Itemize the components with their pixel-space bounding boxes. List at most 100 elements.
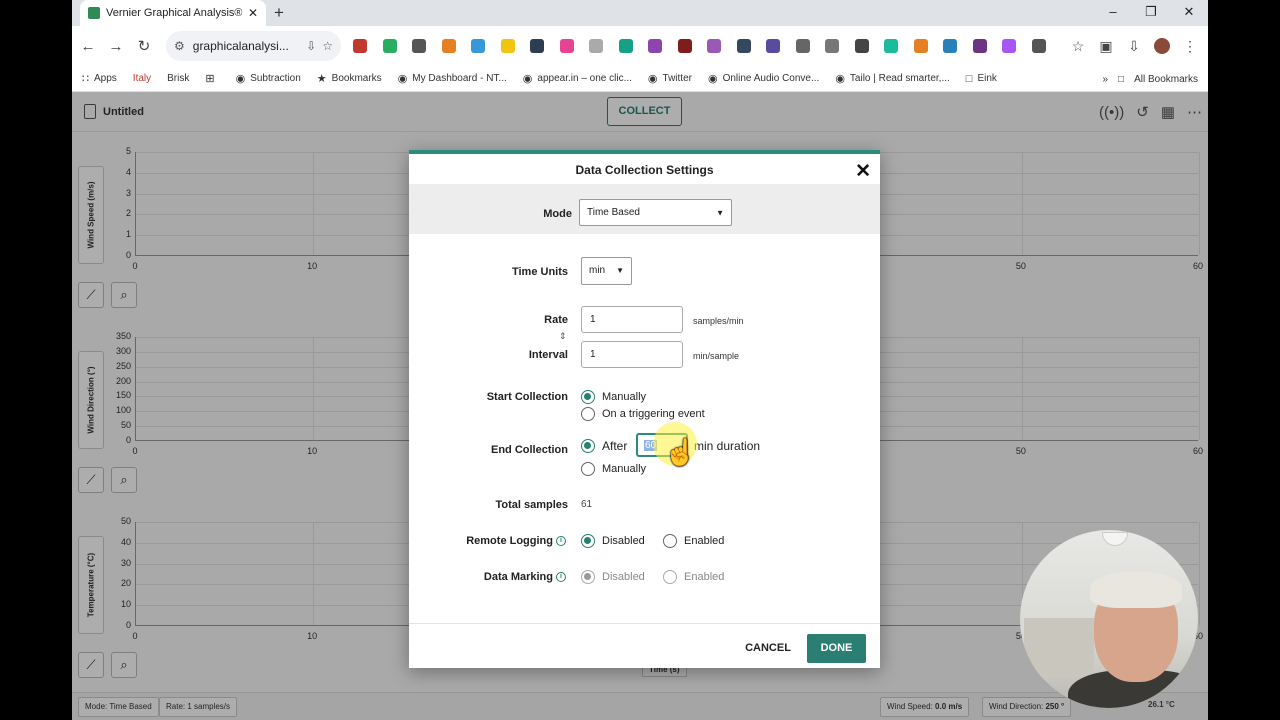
start-trigger-radio[interactable] — [581, 407, 595, 421]
bookmark-label: Apps — [94, 73, 117, 84]
address-bar[interactable]: ⚙ graphicalanalysi... ⇩ ☆ — [166, 31, 341, 61]
maximize-icon[interactable]: ❐ — [1132, 0, 1170, 26]
bookmark-icon: ◉ — [397, 73, 408, 85]
bookmark-item[interactable]: Brisk — [167, 73, 189, 84]
extension-icon[interactable] — [1031, 39, 1046, 53]
extension-icon[interactable] — [795, 39, 810, 53]
start-trigger-label: On a triggering event — [602, 408, 705, 420]
dialog-close-icon[interactable]: ✕ — [855, 160, 871, 183]
interval-input[interactable]: 1 — [581, 341, 683, 368]
data-marking-info-icon[interactable]: i — [556, 572, 566, 582]
start-manually-radio[interactable] — [581, 390, 595, 404]
extension-icon[interactable] — [972, 39, 987, 53]
bookmark-item[interactable]: ◉ Online Audio Conve... — [708, 72, 819, 85]
folder-icon: □ — [1118, 73, 1125, 85]
link-icon[interactable]: ⇕ — [559, 331, 567, 342]
download-icon[interactable]: ⇩ — [1120, 38, 1148, 55]
webcam-overlay — [1020, 530, 1198, 708]
more-bookmarks-icon[interactable]: » — [1102, 74, 1108, 85]
bookmark-label: Twitter — [662, 73, 692, 84]
bookmark-item[interactable]: Italy — [133, 73, 151, 84]
marking-disabled-radio — [581, 570, 595, 584]
extension-icon[interactable] — [412, 39, 426, 53]
dialog-footer-divider — [409, 623, 880, 624]
all-bookmarks-link[interactable]: All Bookmarks — [1134, 74, 1198, 85]
hand-pointer-icon: ☝ — [664, 437, 697, 467]
tab-title: Vernier Graphical Analysis® — [106, 7, 242, 19]
done-button[interactable]: DONE — [807, 634, 866, 663]
extension-icon[interactable] — [589, 39, 603, 53]
extension-icon[interactable] — [884, 39, 898, 53]
extension-icon[interactable] — [559, 39, 574, 53]
install-app-icon[interactable]: ⇩ — [306, 39, 316, 53]
bookmark-item[interactable]: ★ Bookmarks — [317, 72, 382, 85]
end-after-radio[interactable] — [581, 439, 595, 453]
bookmark-icon: ★ — [316, 73, 327, 85]
remote-logging-info-icon[interactable]: i — [556, 536, 566, 546]
screen-icon[interactable]: ▣ — [1092, 38, 1120, 55]
bookmark-item[interactable]: ◉ appear.in – one clic... — [523, 72, 632, 85]
extension-icon[interactable] — [353, 39, 367, 53]
remote-enabled-radio[interactable] — [663, 534, 677, 548]
shelf-shape — [1024, 618, 1094, 678]
extension-icon[interactable] — [530, 39, 544, 53]
extension-icon[interactable] — [382, 39, 397, 53]
extension-icon[interactable] — [1002, 39, 1016, 53]
end-manually-radio[interactable] — [581, 462, 595, 476]
browser-tab[interactable]: Vernier Graphical Analysis® ✕ — [80, 0, 266, 26]
extension-icon[interactable] — [854, 39, 869, 53]
extension-icon[interactable] — [943, 39, 957, 53]
extension-icon[interactable] — [648, 39, 662, 53]
vernier-favicon-icon — [88, 7, 100, 19]
extension-icon[interactable] — [707, 39, 721, 53]
minimize-icon[interactable]: – — [1094, 0, 1132, 26]
extension-icon[interactable] — [500, 39, 515, 53]
menu-kebab-icon[interactable]: ⋮ — [1176, 38, 1204, 55]
extension-icon[interactable] — [913, 39, 928, 53]
rate-input[interactable]: 1 — [581, 306, 683, 333]
bookmark-item[interactable]: ◉ Twitter — [648, 72, 692, 85]
marking-enabled-label: Enabled — [684, 571, 725, 583]
back-icon[interactable]: ← — [74, 38, 102, 55]
bookmark-star-icon[interactable]: ☆ — [322, 39, 333, 53]
tab-close-icon[interactable]: ✕ — [248, 6, 258, 20]
extension-icon[interactable] — [736, 39, 751, 53]
extension-icon[interactable] — [441, 39, 456, 53]
data-collection-settings-dialog: Data Collection Settings ✕ Mode Time Bas… — [409, 150, 880, 668]
window-close-icon[interactable]: ✕ — [1170, 0, 1208, 26]
extension-icon[interactable] — [677, 39, 692, 53]
dialog-title: Data Collection Settings — [575, 163, 714, 177]
extension-icon[interactable] — [471, 39, 485, 53]
new-tab-icon[interactable]: + — [274, 3, 284, 23]
bookmark-item[interactable]: ◉ Subtraction — [236, 72, 301, 85]
lamp-shape — [1102, 532, 1128, 546]
bookmark-item[interactable]: ⊞ — [205, 72, 219, 85]
bookmark-icon: ◉ — [522, 73, 533, 85]
profile-avatar[interactable] — [1154, 38, 1170, 54]
start-manually-label: Manually — [602, 391, 647, 403]
bookmark-item[interactable]: ◉ My Dashboard - NT... — [398, 72, 507, 85]
forward-icon[interactable]: → — [102, 38, 130, 55]
chevron-down-icon: ▼ — [716, 208, 724, 217]
url-text: graphicalanalysi... — [192, 39, 289, 53]
reload-icon[interactable]: ↻ — [130, 37, 158, 55]
extension-icon[interactable] — [766, 39, 780, 53]
bookmark-item[interactable]: ◉ Tailo | Read smarter,... — [835, 72, 949, 85]
mode-select[interactable]: Time Based ▼ — [579, 199, 732, 226]
bookmarks-bar: ∷ Apps Italy Brisk ⊞ ◉ Subtraction ★ Bookmarks ◉ M… — [72, 66, 1208, 92]
rate-label: Rate — [544, 314, 568, 326]
extension-icon[interactable] — [618, 39, 633, 53]
reading-list-icon[interactable]: ☆ — [1064, 38, 1092, 55]
site-settings-icon[interactable]: ⚙ — [174, 39, 185, 53]
time-units-label: Time Units — [511, 266, 568, 278]
remote-disabled-radio[interactable] — [581, 534, 595, 548]
bookmark-icon: ∷ — [82, 73, 89, 85]
time-units-select[interactable]: min ▼ — [581, 257, 632, 285]
bookmark-item[interactable]: ∷ Apps — [82, 72, 117, 85]
bookmark-item[interactable]: □ Eink — [966, 73, 997, 85]
bookmark-label: Subtraction — [250, 73, 301, 84]
cancel-button[interactable]: CANCEL — [739, 634, 797, 662]
extension-icon[interactable] — [825, 39, 839, 53]
toolbar-right-buttons: ☆ ▣ ⇩ ⋮ — [1064, 26, 1204, 66]
bookmark-label: Eink — [977, 73, 997, 84]
